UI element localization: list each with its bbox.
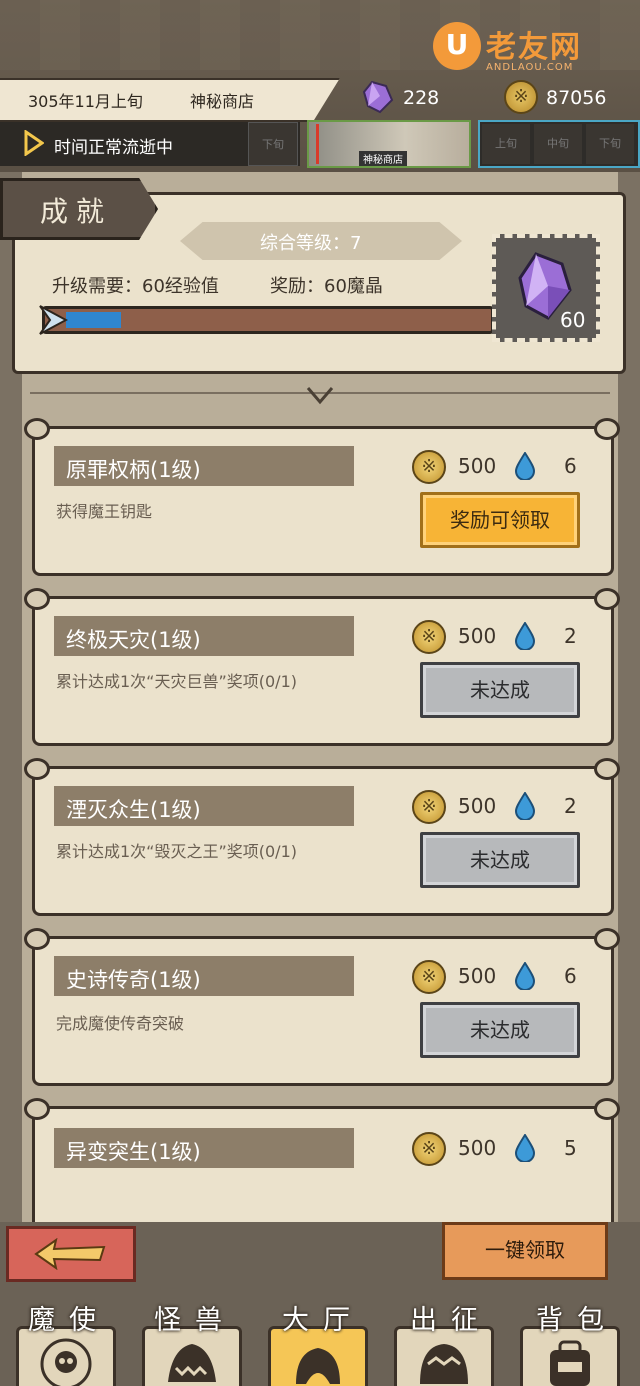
watermark-name: 老友网 — [486, 30, 582, 65]
time-slot-late[interactable]: 下旬 — [586, 124, 634, 164]
page-title: 成就 — [40, 195, 113, 228]
xp-progress-fill — [66, 312, 121, 328]
skull-emblem-icon — [40, 1338, 92, 1386]
watermark-domain: ANDLAOU.COM — [486, 62, 574, 73]
scroll-curl — [594, 928, 620, 950]
scroll-curl — [24, 928, 50, 950]
time-slot-early[interactable]: 上旬 — [482, 124, 530, 164]
reward-crystal-count: 60 — [560, 308, 586, 332]
scroll-curl — [594, 758, 620, 780]
time-status-text: 时间正常流逝中 — [54, 138, 173, 158]
coin-reward: 500 — [458, 794, 497, 818]
achievement-name: 原罪权柄(1级) — [66, 458, 201, 482]
backpack-icon — [550, 1340, 590, 1386]
upgrade-reward: 奖励：60魔晶 — [270, 276, 383, 297]
water-drop-icon — [514, 962, 536, 990]
gold-coin-icon: ※ — [412, 1132, 446, 1166]
coin-reward: 500 — [458, 454, 497, 478]
coin-reward: 500 — [458, 964, 497, 988]
scroll-curl — [24, 588, 50, 610]
scene-progress-marker — [316, 124, 319, 164]
scene-label: 神秘商店 — [359, 151, 407, 166]
march-mask-icon — [420, 1344, 468, 1384]
current-location: 神秘商店 — [190, 92, 255, 111]
overall-level: 综合等级：7 — [260, 233, 362, 254]
time-slot-prev[interactable]: 下旬 — [248, 122, 298, 166]
nav-label-envoy: 魔使 — [28, 1305, 110, 1336]
achievement-description: 累计达成1次“天灾巨兽”奖项(0/1) — [56, 672, 297, 691]
monster-face-icon — [168, 1344, 216, 1382]
divider-chevron-icon — [306, 387, 334, 405]
upgrade-requirement: 升级需要：60经验值 — [52, 276, 219, 297]
essence-reward: 2 — [564, 624, 577, 648]
gold-coin-icon: ※ — [412, 620, 446, 654]
achievement-name: 史诗传奇(1级) — [66, 968, 201, 992]
essence-reward: 6 — [564, 964, 577, 988]
scroll-curl — [594, 1098, 620, 1120]
essence-reward: 2 — [564, 794, 577, 818]
gold-coin-icon: ※ — [504, 80, 538, 114]
achievement-name: 湮灭众生(1级) — [66, 798, 201, 822]
nav-label-hall: 大厅 — [282, 1305, 364, 1336]
achievement-name: 异变突生(1级) — [66, 1140, 201, 1164]
water-drop-icon — [514, 792, 536, 820]
essence-reward: 5 — [564, 1136, 577, 1160]
scroll-curl — [594, 418, 620, 440]
water-drop-icon — [514, 452, 536, 480]
nav-label-backpack: 背包 — [536, 1305, 618, 1336]
time-slot-mid[interactable]: 中旬 — [534, 124, 582, 164]
claim-reward-button[interactable]: 奖励可领取 — [420, 492, 580, 548]
nav-label-march: 出征 — [410, 1305, 492, 1336]
gold-coin-icon: ※ — [412, 790, 446, 824]
crystal-count: 228 — [403, 87, 440, 109]
hall-creature-icon — [296, 1348, 340, 1384]
not-achieved-button[interactable]: 未达成 — [420, 1002, 580, 1058]
achievement-description: 累计达成1次“毁灭之王”奖项(0/1) — [56, 842, 297, 861]
current-date: 305年11月上旬 — [28, 92, 143, 111]
water-drop-icon — [514, 1134, 536, 1162]
coin-reward: 500 — [458, 624, 497, 648]
essence-reward: 6 — [564, 454, 577, 478]
xp-bar-cap-icon — [39, 305, 68, 335]
play-icon[interactable] — [24, 130, 44, 156]
gold-coin-icon: ※ — [412, 450, 446, 484]
claim-all-button[interactable]: 一键领取 — [442, 1222, 608, 1280]
not-achieved-button[interactable]: 未达成 — [420, 662, 580, 718]
achievement-name: 终极天灾(1级) — [66, 628, 201, 652]
gold-coin-icon: ※ — [412, 960, 446, 994]
scroll-curl — [24, 418, 50, 440]
back-arrow-icon[interactable] — [34, 1238, 106, 1270]
not-achieved-button[interactable]: 未达成 — [420, 832, 580, 888]
scroll-curl — [594, 588, 620, 610]
watermark-logo-icon: U — [433, 22, 481, 70]
achievement-description: 获得魔王钥匙 — [56, 502, 153, 521]
water-drop-icon — [514, 622, 536, 650]
nav-label-monster: 怪兽 — [154, 1305, 236, 1336]
scroll-curl — [24, 1098, 50, 1120]
magic-crystal-icon — [362, 80, 394, 114]
scroll-curl — [24, 758, 50, 780]
achievement-description: 完成魔使传奇突破 — [56, 1014, 185, 1033]
coin-count: 87056 — [546, 87, 607, 109]
coin-reward: 500 — [458, 1136, 497, 1160]
